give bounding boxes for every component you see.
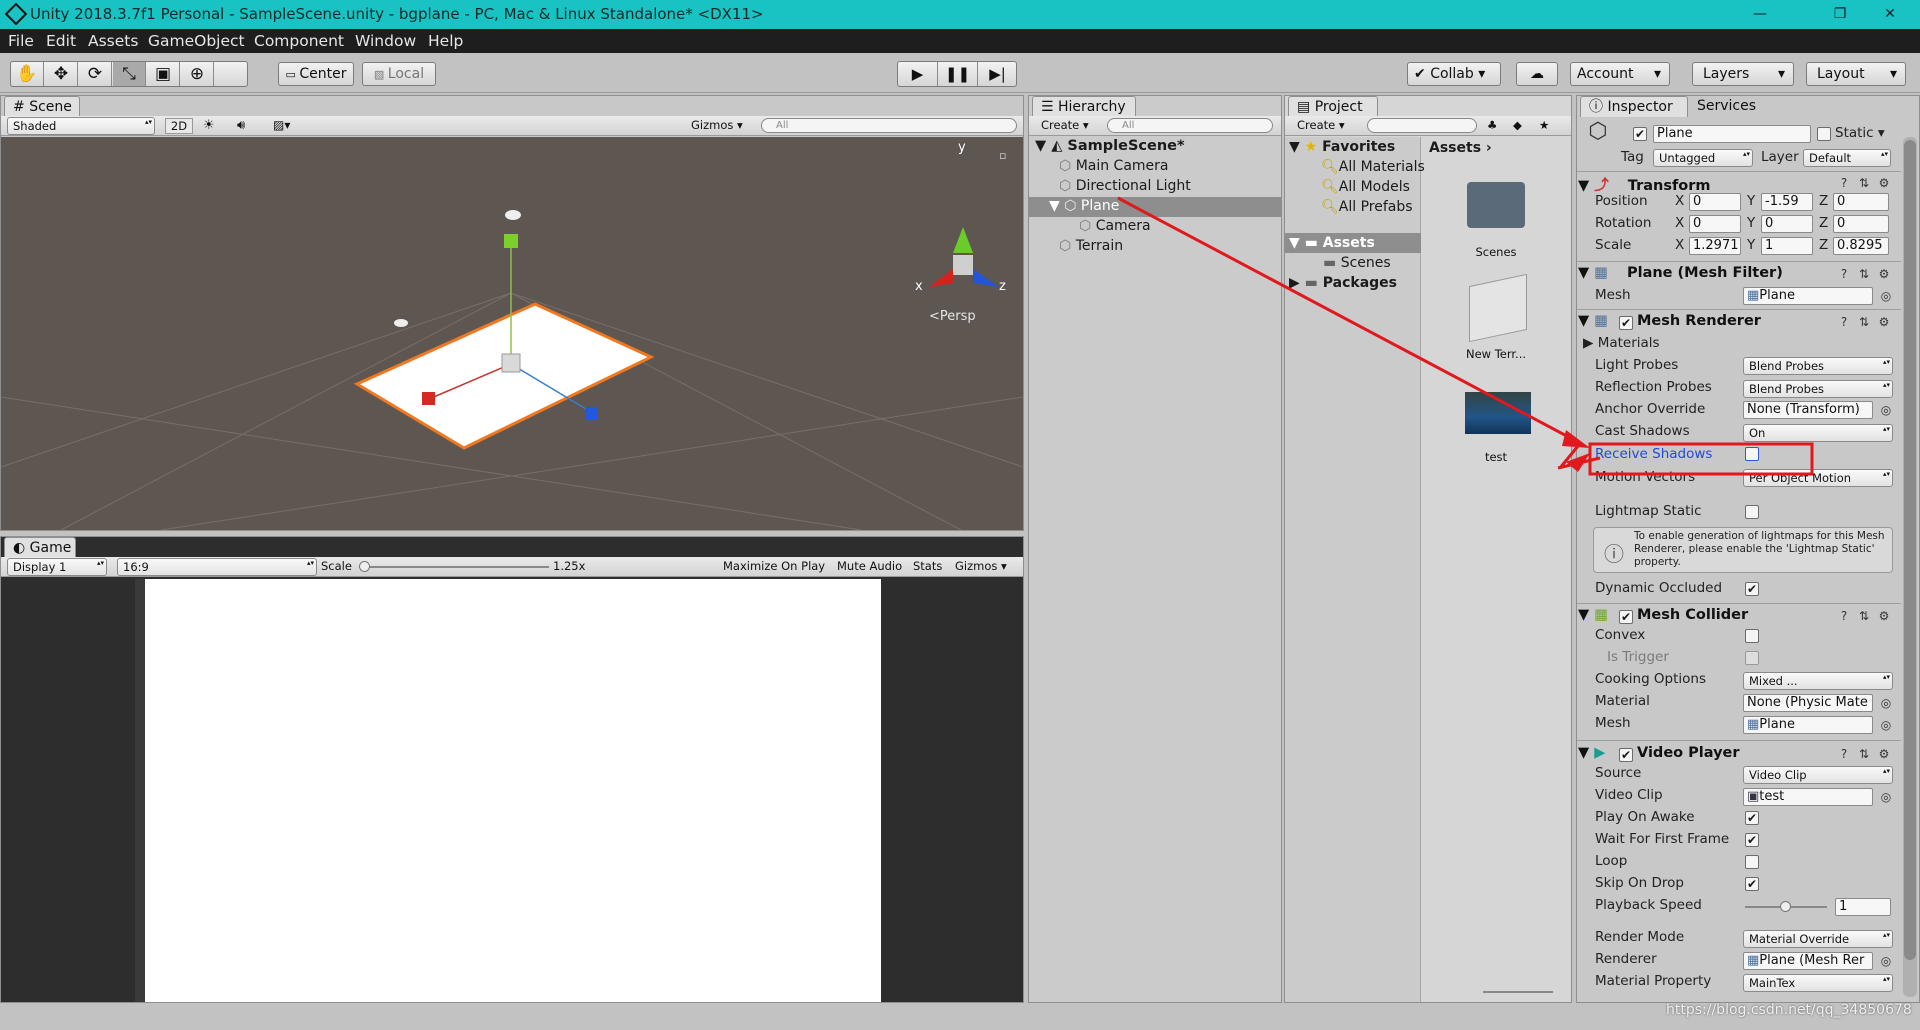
annotation-overlay: [1117, 196, 1814, 476]
status-bar: [0, 1004, 1920, 1030]
annotation-arrow-head: [1562, 430, 1590, 448]
annotation-arrow-line: [1117, 196, 1579, 444]
annotation-highlight-box: [1588, 442, 1814, 476]
watermark-text: https://blog.csdn.net/qq_34850678: [1666, 1002, 1912, 1018]
